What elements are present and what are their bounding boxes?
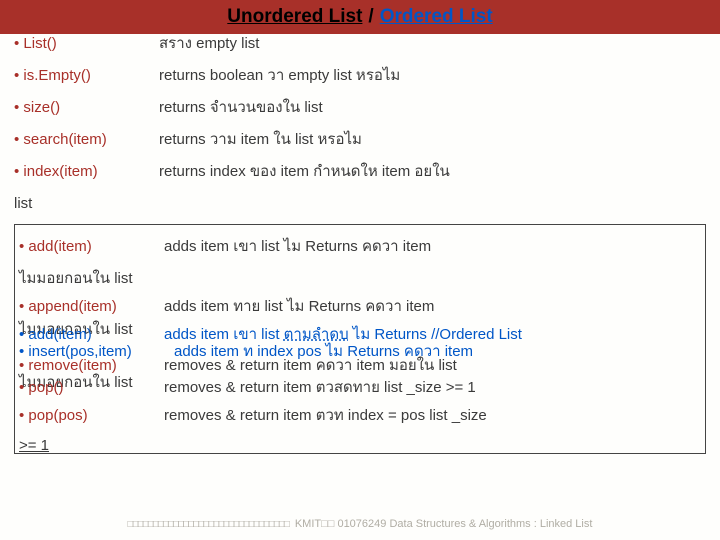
text-continuation: >= 1 bbox=[19, 434, 701, 458]
method-row: • pop(pos) removes & return item ตวท ind… bbox=[19, 404, 701, 428]
title-ordered: Ordered List bbox=[380, 6, 493, 28]
method-row: • pop() removes & return item ตวสดทาย li… bbox=[19, 379, 701, 398]
ordered-phrase: ตามลำดบ bbox=[284, 326, 349, 343]
method-name: • search(item) bbox=[14, 128, 159, 152]
method-name: • size() bbox=[14, 96, 159, 120]
title-slash: / bbox=[368, 6, 373, 28]
method-desc: returns วาม item ใน list หรอไม bbox=[159, 128, 706, 152]
method-row: • is.Empty() returns boolean วา empty li… bbox=[14, 64, 706, 88]
methods-box: • add(item) adds item เขา list ไม Return… bbox=[14, 224, 706, 454]
title-unordered: Unordered List bbox=[227, 6, 362, 28]
method-name: • is.Empty() bbox=[14, 64, 159, 88]
method-desc: returns boolean วา empty list หรอไม bbox=[159, 64, 706, 88]
method-desc: สราง empty list bbox=[159, 32, 706, 56]
method-name: • pop() bbox=[19, 379, 164, 398]
desc-part: adds item เขา list bbox=[164, 326, 284, 343]
method-desc: removes & return item ตวสดทาย list _size… bbox=[164, 379, 701, 398]
method-desc: removes & return item คดวา item มอยใน li… bbox=[164, 357, 701, 376]
method-name: • index(item) bbox=[14, 160, 159, 184]
method-row: • index(item) returns index ของ item กำห… bbox=[14, 160, 706, 184]
method-desc: returns จำนวนของใน list bbox=[159, 96, 706, 120]
overlap-block: ไมมอยกอนใน list • add(item) adds item เข… bbox=[19, 321, 701, 398]
method-desc: removes & return item ตวท index = pos li… bbox=[164, 404, 701, 428]
footer-glyphs: □□□□□□□□□□□□□□□□□□□□□□□□□□□□□□□□ bbox=[128, 517, 289, 533]
method-name: • append(item) bbox=[19, 295, 164, 319]
method-desc: adds item ทาย list ไม Returns คดวา item bbox=[164, 295, 701, 319]
method-name: • pop(pos) bbox=[19, 404, 164, 428]
slide-content: • List() สราง empty list • is.Empty() re… bbox=[0, 32, 720, 538]
slide-footer: □□□□□□□□□□□□□□□□□□□□□□□□□□□□□□□□ KMIT□□ … bbox=[14, 516, 706, 534]
method-row: • append(item) adds item ทาย list ไม Ret… bbox=[19, 295, 701, 319]
method-desc: returns index ของ item กำหนดให item อยใน bbox=[159, 160, 706, 184]
method-row: • List() สราง empty list bbox=[14, 32, 706, 56]
method-row: • size() returns จำนวนของใน list bbox=[14, 96, 706, 120]
method-desc: adds item เขา list ไม Returns คดวา item bbox=[164, 235, 701, 259]
list-continuation: list bbox=[14, 192, 706, 216]
text-continuation: ไมมอยกอนใน list bbox=[19, 267, 701, 291]
method-row: • search(item) returns วาม item ใน list … bbox=[14, 128, 706, 152]
slide-header: Unordered List / Ordered List bbox=[0, 0, 720, 34]
method-row: • add(item) adds item เขา list ไม Return… bbox=[19, 235, 701, 259]
footer-text: KMIT□□ 01076249 Data Structures & Algori… bbox=[295, 516, 593, 534]
desc-part: ไม Returns //Ordered List bbox=[349, 326, 522, 343]
method-name: • List() bbox=[14, 32, 159, 56]
method-name: • add(item) bbox=[19, 235, 164, 259]
